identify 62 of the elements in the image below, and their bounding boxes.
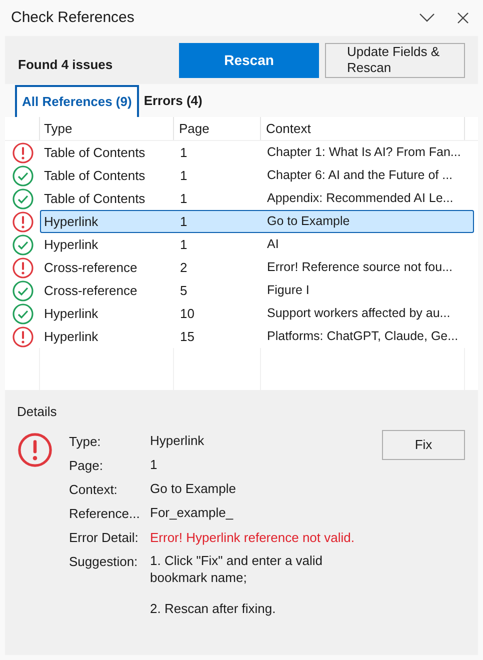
field-label: Page:: [69, 456, 104, 475]
table-cell-text: 2: [179, 258, 188, 277]
table-cell-text: 1: [179, 166, 188, 185]
table-row[interactable]: Hyperlink 10 Support workers affected by au...: [40, 302, 474, 325]
table-cell-text: 1: [179, 212, 188, 231]
table-cell-text: Go to Example: [266, 213, 350, 230]
table-cell-text: Table of Contents: [43, 166, 146, 185]
table-row[interactable]: Hyperlink 1 AI: [40, 233, 474, 256]
table-row[interactable]: Table of Contents 1 Chapter 6: AI and the Future of ...: [40, 164, 474, 187]
fix-button[interactable]: Fix: [382, 430, 465, 460]
table-cell-text: Hyperlink: [43, 304, 100, 323]
table-cell-text: Platforms: ChatGPT, Claude, Ge...: [266, 328, 458, 346]
table-cell-text: AI: [266, 236, 279, 254]
table-row[interactable]: Table of Contents 1 Chapter 1: What Is AI? From Fan...: [40, 141, 474, 164]
table-row[interactable]: Table of Contents 1 Appendix: Recommended AI Le...: [40, 187, 474, 210]
field-value: 1: [150, 456, 158, 472]
table-cell-text: Support workers affected by au...: [266, 305, 450, 322]
table-cell-text: Cross-reference: [43, 282, 138, 300]
close-icon[interactable]: [457, 12, 469, 24]
table-cell-text: 1: [179, 144, 188, 162]
field-value: Hyperlink: [150, 432, 206, 448]
table-cell-text: Hyperlink: [43, 236, 100, 254]
table-cell-text: Table of Contents: [43, 190, 146, 208]
table-cell-text: Figure I: [266, 282, 310, 300]
column-header[interactable]: Context: [266, 118, 311, 138]
field-value: Go to Example: [150, 480, 237, 496]
field-value: Error! Hyperlink reference not valid.: [150, 528, 356, 547]
table-cell-text: Appendix: Recommended AI Le...: [266, 190, 454, 208]
chevron-down-icon[interactable]: [419, 13, 435, 23]
tab[interactable]: Errors (4): [138, 85, 208, 117]
table-cell-text: Hyperlink: [43, 328, 100, 346]
table-row[interactable]: Cross-reference 5 Figure I: [40, 279, 474, 302]
field-value: For_example_: [150, 504, 234, 520]
issues-summary: Found 4 issues: [18, 56, 114, 74]
table-cell-text: Chapter 1: What Is AI? From Fan...: [266, 144, 461, 162]
field-label: Reference...: [69, 504, 141, 522]
table-cell-text: Error! Reference source not fou...: [266, 259, 453, 276]
field-label: Suggestion:: [69, 552, 139, 571]
table-row[interactable]: Cross-reference 2 Error! Reference source not fou...: [40, 256, 474, 279]
details-heading: Details: [17, 403, 58, 421]
window-title: Check References: [11, 8, 136, 28]
table-row[interactable]: Hyperlink 1 Go to Example: [40, 210, 474, 233]
field-label: Context:: [69, 480, 118, 498]
table-cell-text: Chapter 6: AI and the Future of ...: [266, 167, 453, 184]
table-cell-text: 5: [179, 282, 188, 300]
table-cell-text: 1: [179, 190, 188, 208]
field-value: 1. Click "Fix" and enter a valid bookmark name;: [150, 552, 324, 586]
rescan-button[interactable]: Rescan: [179, 42, 319, 78]
column-header[interactable]: Page: [179, 118, 210, 138]
field-label: Type:: [69, 432, 102, 451]
table-cell-text: 1: [179, 236, 188, 254]
table-cell-text: 10: [179, 304, 196, 323]
field-value: 2. Rescan after fixing.: [150, 600, 277, 616]
table-cell-text: Hyperlink: [43, 212, 100, 231]
field-label: Error Detail:: [69, 528, 140, 546]
column-header[interactable]: Type: [44, 118, 72, 138]
update-fields-button[interactable]: Update Fields & Rescan: [325, 42, 465, 78]
table-row[interactable]: Hyperlink 15 Platforms: ChatGPT, Claude, Ge...: [40, 325, 474, 348]
table-cell-text: Table of Contents: [43, 144, 146, 162]
tab[interactable]: All References (9): [15, 85, 139, 117]
table-cell-text: Cross-reference: [43, 258, 138, 277]
table-cell-text: 15: [179, 328, 196, 346]
